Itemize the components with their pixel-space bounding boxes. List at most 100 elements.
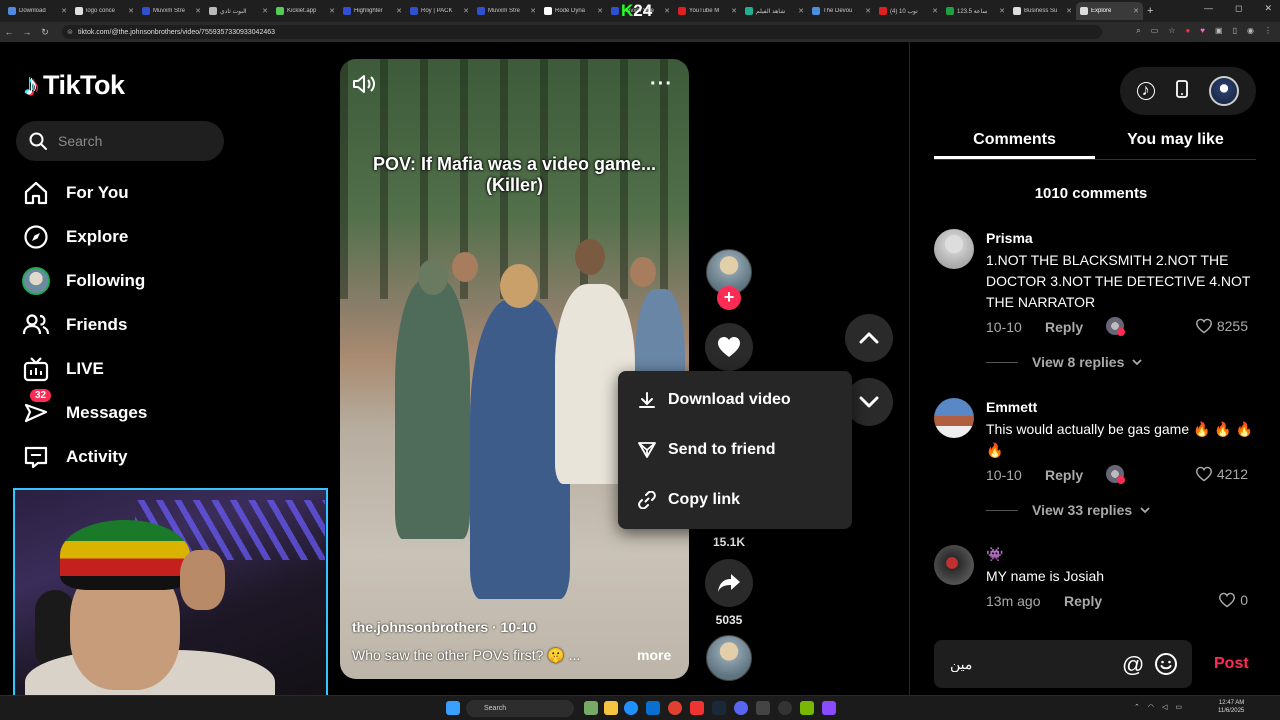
settings-icon[interactable] <box>756 701 770 715</box>
post-button[interactable]: Post <box>1214 655 1249 673</box>
next-video-button[interactable] <box>845 378 893 426</box>
maximize-button[interactable]: ◻ <box>1235 3 1242 14</box>
copy-link-menu-item[interactable]: Copy link <box>618 475 852 525</box>
search-input[interactable] <box>58 133 208 149</box>
tab-close-icon[interactable]: ✕ <box>798 7 804 15</box>
reload-icon[interactable]: ↻ <box>36 27 54 38</box>
commenter-avatar[interactable] <box>934 545 974 585</box>
tiktok-logo[interactable]: ♪ TikTok <box>24 70 125 101</box>
tab-comments[interactable]: Comments <box>934 124 1095 159</box>
search-bar[interactable] <box>16 121 224 161</box>
tab-close-icon[interactable]: ✕ <box>999 7 1005 15</box>
more-options-icon[interactable]: ··· <box>650 73 673 96</box>
phone-icon[interactable] <box>1176 79 1188 103</box>
tab-close-icon[interactable]: ✕ <box>396 7 402 15</box>
tab-close-icon[interactable]: ✕ <box>463 7 469 15</box>
obs-icon[interactable] <box>778 701 792 715</box>
browser-tab[interactable]: شاهد الفيلم ✕ <box>741 2 808 20</box>
commenter-name[interactable]: 👾 <box>986 545 1256 563</box>
comment-like-button[interactable]: 8255 <box>1195 318 1248 334</box>
volume-icon[interactable] <box>352 73 376 100</box>
tray-chevron-icon[interactable]: ⌃ <box>1134 703 1140 711</box>
sidebar-item-activity[interactable]: Activity <box>20 437 270 477</box>
taskbar-app-icon[interactable] <box>584 701 598 715</box>
profile-icon[interactable]: ◉ <box>1247 26 1254 36</box>
video-author[interactable]: the.johnsonbrothers · 10-10 <box>352 619 536 635</box>
speaker-icon[interactable]: ◁ <box>1162 703 1167 711</box>
like-button[interactable] <box>705 323 753 371</box>
taskbar-app-icon[interactable] <box>822 701 836 715</box>
browser-tab[interactable]: البوت ثادي ✕ <box>205 2 272 20</box>
file-explorer-icon[interactable] <box>604 701 618 715</box>
tab-close-icon[interactable]: ✕ <box>329 7 335 15</box>
reply-button[interactable]: Reply <box>1045 319 1083 335</box>
description-more-link[interactable]: more <box>637 647 671 663</box>
browser-tab[interactable]: Muvxm Stre ✕ <box>473 2 540 20</box>
tab-you-may-like[interactable]: You may like <box>1095 124 1256 159</box>
extensions-icon[interactable]: ▣ <box>1215 26 1223 36</box>
tab-close-icon[interactable]: ✕ <box>865 7 871 15</box>
sidebar-item-live[interactable]: LIVE <box>20 349 270 389</box>
browser-tab[interactable]: Rode Dyna ✕ <box>540 2 607 20</box>
zoom-icon[interactable]: ⌕ <box>1136 26 1140 36</box>
discord-icon[interactable] <box>734 701 748 715</box>
tab-close-icon[interactable]: ✕ <box>597 7 603 15</box>
browser-tab[interactable]: Explore ✕ <box>1076 2 1143 20</box>
browser-tab[interactable]: 123.5 ساعة ✕ <box>942 2 1009 20</box>
gmail-icon[interactable] <box>690 701 704 715</box>
tab-close-icon[interactable]: ✕ <box>61 7 67 15</box>
taskbar-clock[interactable]: 12:47 AM 11/6/2025 <box>1218 699 1244 715</box>
browser-tab[interactable]: The Devou ✕ <box>808 2 875 20</box>
tab-close-icon[interactable]: ✕ <box>664 7 670 15</box>
next-creator-avatar[interactable] <box>706 635 752 681</box>
sidebar-item-explore[interactable]: Explore <box>20 217 270 257</box>
view-replies-button[interactable]: View 33 replies <box>986 502 1150 518</box>
share-button[interactable] <box>705 559 753 607</box>
url-field[interactable]: ⊜ tiktok.com/@the.johnsonbrothers/video/… <box>62 25 1102 39</box>
chrome-icon[interactable] <box>668 701 682 715</box>
sidebar-icon[interactable]: ▯ <box>1233 26 1237 36</box>
nvidia-icon[interactable] <box>800 701 814 715</box>
reply-button[interactable]: Reply <box>1045 467 1083 483</box>
sidebar-item-messages[interactable]: 32 Messages <box>20 389 270 433</box>
previous-video-button[interactable] <box>845 314 893 362</box>
sidebar-item-following[interactable]: Following <box>20 261 270 301</box>
start-icon[interactable] <box>446 701 460 715</box>
browser-tab[interactable]: Business Su ✕ <box>1009 2 1076 20</box>
tiktok-app-icon[interactable]: ♪ <box>1136 82 1155 100</box>
browser-tab[interactable]: Muvxm Stre ✕ <box>138 2 205 20</box>
tab-close-icon[interactable]: ✕ <box>731 7 737 15</box>
view-replies-button[interactable]: View 8 replies <box>986 354 1142 370</box>
extension-icon[interactable]: ● <box>1185 26 1190 36</box>
tab-close-icon[interactable]: ✕ <box>1066 7 1072 15</box>
browser-tab[interactable]: Download ✕ <box>4 2 71 20</box>
close-window-button[interactable]: ✕ <box>1264 3 1272 14</box>
tab-close-icon[interactable]: ✕ <box>262 7 268 15</box>
minimize-button[interactable]: — <box>1204 3 1213 14</box>
tab-close-icon[interactable]: ✕ <box>128 7 134 15</box>
tab-close-icon[interactable]: ✕ <box>1133 7 1139 15</box>
commenter-avatar[interactable] <box>934 398 974 438</box>
extension-icon[interactable]: ♥ <box>1200 26 1205 36</box>
browser-tab[interactable]: توب 10 (4) ✕ <box>875 2 942 20</box>
menu-icon[interactable]: ⋮ <box>1264 26 1272 36</box>
profile-avatar[interactable] <box>1209 76 1240 106</box>
comment-like-button[interactable]: 4212 <box>1195 466 1248 482</box>
browser-tab[interactable]: YouTube M ✕ <box>674 2 741 20</box>
video-player[interactable]: POV: If Mafia was a video game... (Kille… <box>340 59 689 679</box>
comment-input[interactable] <box>950 656 1120 672</box>
browser-tab[interactable]: Kicklet.app ✕ <box>272 2 339 20</box>
sidebar-item-for-you[interactable]: For You <box>20 173 270 213</box>
tab-close-icon[interactable]: ✕ <box>932 7 938 15</box>
taskbar-search[interactable]: Search <box>466 700 574 717</box>
send-to-friend-menu-item[interactable]: Send to friend <box>618 425 852 475</box>
tab-close-icon[interactable]: ✕ <box>195 7 201 15</box>
commenter-name[interactable]: Emmett <box>986 398 1256 416</box>
reply-button[interactable]: Reply <box>1064 593 1102 609</box>
browser-tab[interactable]: Highlighter ✕ <box>339 2 406 20</box>
outlook-icon[interactable] <box>646 701 660 715</box>
follow-plus-button[interactable]: + <box>717 286 741 310</box>
new-tab-button[interactable]: + <box>1147 5 1153 17</box>
bookmark-star-icon[interactable]: ☆ <box>1168 26 1175 36</box>
battery-icon[interactable]: ▭ <box>1175 703 1182 711</box>
